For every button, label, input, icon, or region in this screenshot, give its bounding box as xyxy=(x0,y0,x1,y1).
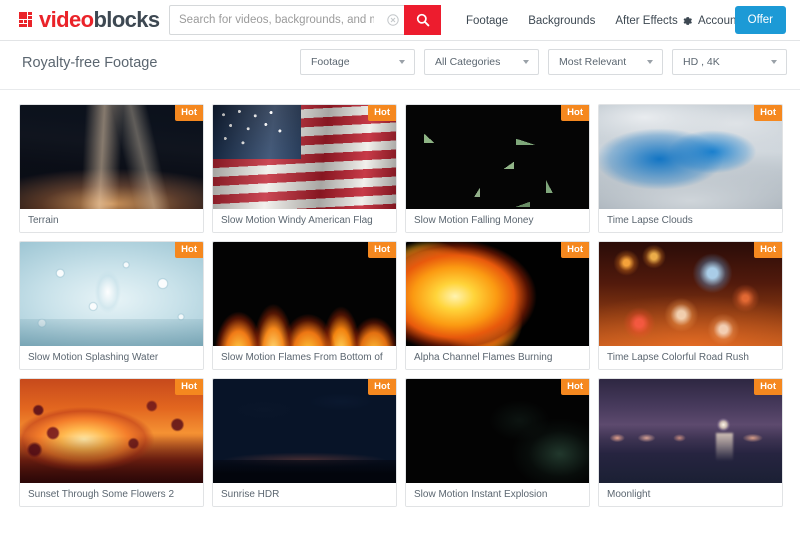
logo-text-video: video xyxy=(39,7,94,32)
video-title: Sunrise HDR xyxy=(213,483,396,506)
thumbnail-art xyxy=(20,105,203,209)
search-box xyxy=(169,5,441,35)
video-title: Sunset Through Some Flowers 2 xyxy=(20,483,203,506)
video-card[interactable]: Hot Slow Motion Instant Explosion xyxy=(405,378,590,507)
thumbnail-art xyxy=(599,242,782,346)
gear-icon xyxy=(683,16,692,25)
chevron-down-icon xyxy=(399,60,405,64)
video-card[interactable]: Hot Time Lapse Colorful Road Rush xyxy=(598,241,783,370)
video-thumbnail[interactable]: Hot xyxy=(406,379,589,483)
nav-item-after-effects[interactable]: After Effects xyxy=(615,15,677,27)
video-thumbnail[interactable]: Hot xyxy=(20,242,203,346)
video-card[interactable]: Hot Sunrise HDR xyxy=(212,378,397,507)
hot-badge: Hot xyxy=(175,379,203,395)
page-title: Royalty-free Footage xyxy=(22,55,158,71)
results-grid: Hot Terrain Hot Slow Motion Windy American … xyxy=(0,90,800,507)
hot-badge: Hot xyxy=(368,379,396,395)
nav-item-backgrounds[interactable]: Backgrounds xyxy=(528,15,595,27)
hot-badge: Hot xyxy=(368,105,396,121)
hot-badge: Hot xyxy=(175,105,203,121)
thumbnail-art xyxy=(213,105,396,209)
logo[interactable]: videoblocks xyxy=(19,0,160,40)
hot-badge: Hot xyxy=(561,105,589,121)
thumbnail-art xyxy=(406,105,589,209)
hot-badge: Hot xyxy=(754,105,782,121)
select-category-value: All Categories xyxy=(435,56,501,68)
thumbnail-art xyxy=(213,242,396,346)
select-content-type-value: Footage xyxy=(311,56,350,68)
thumbnail-art xyxy=(20,379,203,483)
video-thumbnail[interactable]: Hot xyxy=(599,379,782,483)
select-content-type[interactable]: Footage xyxy=(300,49,415,75)
select-sort-value: Most Relevant xyxy=(559,56,627,68)
search-input[interactable] xyxy=(170,6,382,34)
thumbnail-art xyxy=(599,105,782,209)
filter-bar: Royalty-free Footage Footage All Categor… xyxy=(0,41,800,90)
video-thumbnail[interactable]: Hot xyxy=(599,105,782,209)
hot-badge: Hot xyxy=(754,242,782,258)
video-title: Slow Motion Falling Money xyxy=(406,209,589,232)
video-card[interactable]: Hot Terrain xyxy=(19,104,204,233)
select-resolution[interactable]: HD , 4K xyxy=(672,49,787,75)
account-menu[interactable]: Account xyxy=(681,0,740,41)
hot-badge: Hot xyxy=(175,242,203,258)
video-title: Moonlight xyxy=(599,483,782,506)
offer-button[interactable]: Offer xyxy=(734,6,786,34)
clear-circle-icon[interactable] xyxy=(382,6,404,34)
hot-badge: Hot xyxy=(561,379,589,395)
thumbnail-art xyxy=(406,242,589,346)
chevron-down-icon xyxy=(523,60,529,64)
main-nav: Footage Backgrounds After Effects xyxy=(466,0,678,41)
account-label: Account xyxy=(698,14,740,27)
video-title: Alpha Channel Flames Burning xyxy=(406,346,589,369)
filter-selects: Footage All Categories Most Relevant HD … xyxy=(300,49,787,75)
video-thumbnail[interactable]: Hot xyxy=(20,105,203,209)
video-title: Slow Motion Windy American Flag xyxy=(213,209,396,232)
hot-badge: Hot xyxy=(754,379,782,395)
thumbnail-art xyxy=(599,379,782,483)
search-icon xyxy=(416,13,429,27)
search-button[interactable] xyxy=(404,5,441,35)
video-card[interactable]: Hot Slow Motion Splashing Water xyxy=(19,241,204,370)
thumbnail-art xyxy=(20,242,203,346)
video-thumbnail[interactable]: Hot xyxy=(20,379,203,483)
video-card[interactable]: Hot Slow Motion Falling Money xyxy=(405,104,590,233)
video-thumbnail[interactable]: Hot xyxy=(599,242,782,346)
video-card[interactable]: Hot Moonlight xyxy=(598,378,783,507)
video-card[interactable]: Hot Slow Motion Windy American Flag xyxy=(212,104,397,233)
video-thumbnail[interactable]: Hot xyxy=(213,242,396,346)
hot-badge: Hot xyxy=(561,242,589,258)
video-card[interactable]: Hot Alpha Channel Flames Burning xyxy=(405,241,590,370)
video-card[interactable]: Hot Time Lapse Clouds xyxy=(598,104,783,233)
thumbnail-art xyxy=(213,379,396,483)
select-sort[interactable]: Most Relevant xyxy=(548,49,663,75)
video-card[interactable]: Hot Slow Motion Flames From Bottom of xyxy=(212,241,397,370)
logo-squares-icon xyxy=(19,12,36,28)
video-title: Terrain xyxy=(20,209,203,232)
select-resolution-value: HD , 4K xyxy=(683,56,720,68)
video-thumbnail[interactable]: Hot xyxy=(213,379,396,483)
select-category[interactable]: All Categories xyxy=(424,49,539,75)
video-title: Slow Motion Flames From Bottom of xyxy=(213,346,396,369)
hot-badge: Hot xyxy=(368,242,396,258)
logo-text-blocks: blocks xyxy=(93,7,160,32)
logo-text: videoblocks xyxy=(39,9,160,31)
video-title: Time Lapse Colorful Road Rush xyxy=(599,346,782,369)
chevron-down-icon xyxy=(647,60,653,64)
thumbnail-art xyxy=(406,379,589,483)
site-header: videoblocks Footage Backgrounds After Ef… xyxy=(0,0,800,41)
video-title: Time Lapse Clouds xyxy=(599,209,782,232)
video-title: Slow Motion Splashing Water xyxy=(20,346,203,369)
video-thumbnail[interactable]: Hot xyxy=(406,105,589,209)
video-card[interactable]: Hot Sunset Through Some Flowers 2 xyxy=(19,378,204,507)
video-title: Slow Motion Instant Explosion xyxy=(406,483,589,506)
video-thumbnail[interactable]: Hot xyxy=(213,105,396,209)
nav-item-footage[interactable]: Footage xyxy=(466,15,508,27)
chevron-down-icon xyxy=(771,60,777,64)
video-thumbnail[interactable]: Hot xyxy=(406,242,589,346)
